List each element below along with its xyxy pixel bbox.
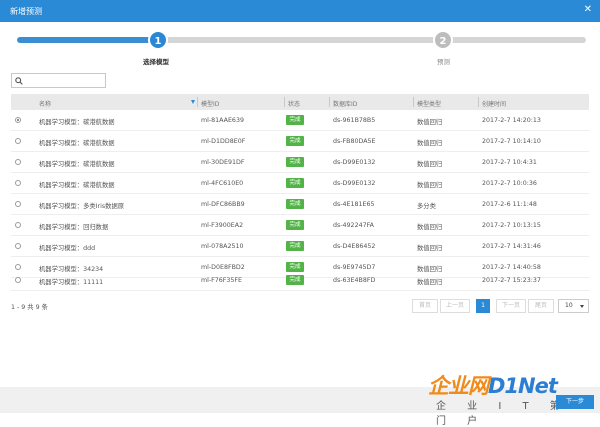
cell-name: 机器学习模型：碳港航数据 xyxy=(39,161,115,168)
cell-model-id: ml-4FC610E0 xyxy=(201,180,244,187)
cell-name: 机器学习模型：回归数据 xyxy=(39,224,109,231)
cell-created: 2017-2-7 10:4:31 xyxy=(482,159,537,166)
cell-db-id: ds-D99E0132 xyxy=(333,180,376,187)
status-badge: 完成 xyxy=(286,157,304,167)
table-row[interactable]: 机器学习模型：碳港航数据 ml-4FC610E0 完成 ds-D99E0132 … xyxy=(11,173,589,194)
cell-model-id: ml-30DE91DF xyxy=(201,159,245,166)
cell-model-type: 数值回归 xyxy=(417,224,443,231)
cell-created: 2017-2-7 14:31:46 xyxy=(482,243,541,250)
row-radio-selected[interactable] xyxy=(15,117,21,123)
status-badge: 完成 xyxy=(286,220,304,230)
dialog-title: 新增预测 xyxy=(10,7,42,16)
cell-created: 2017-2-6 11:1:48 xyxy=(482,201,537,208)
search-input[interactable] xyxy=(11,73,106,88)
row-radio[interactable] xyxy=(15,201,21,207)
cell-created: 2017-2-7 14:20:13 xyxy=(482,117,541,124)
cell-model-id: ml-F3900EA2 xyxy=(201,222,244,229)
cell-model-id: ml-D1DD8E0F xyxy=(201,138,246,145)
table-row[interactable]: 机器学习模型：回归数据 ml-F3900EA2 完成 ds-492247FA 数… xyxy=(11,215,589,236)
step-2-indicator: 2 xyxy=(433,30,453,50)
cell-model-type: 数值回归 xyxy=(417,182,443,189)
close-icon[interactable]: ✕ xyxy=(584,5,592,15)
row-radio[interactable] xyxy=(15,243,21,249)
last-page-button[interactable]: 尾页 xyxy=(528,299,554,313)
status-badge: 完成 xyxy=(286,241,304,251)
search-icon xyxy=(15,77,23,85)
cell-model-type: 数值回归 xyxy=(417,161,443,168)
row-radio[interactable] xyxy=(15,180,21,186)
page-size-value: 10 xyxy=(565,302,573,309)
cell-db-id: ds-492247FA xyxy=(333,222,374,229)
table-row[interactable]: 机器学习模型：碳港航数据 ml-30DE91DF 完成 ds-D99E0132 … xyxy=(11,152,589,173)
table-header: 名称 模型ID 状态 数据库ID 模型类型 创建时间 xyxy=(11,94,589,110)
step-1-label: 选择模型 xyxy=(143,58,169,66)
status-badge: 完成 xyxy=(286,178,304,188)
next-step-button[interactable]: 下一步 xyxy=(556,395,594,409)
cell-model-type: 数值回归 xyxy=(417,119,443,126)
page-1-button[interactable]: 1 xyxy=(476,299,490,313)
row-radio[interactable] xyxy=(15,138,21,144)
pagination-summary: 1 - 9 共 9 条 xyxy=(11,304,48,311)
column-divider xyxy=(197,97,198,107)
table-row[interactable]: 机器学习模型：碳港航数据 ml-D1DD8E0F 完成 ds-FB80DA5E … xyxy=(11,131,589,152)
cell-created: 2017-2-7 10:14:10 xyxy=(482,138,541,145)
cell-model-type: 数值回归 xyxy=(417,140,443,147)
cell-model-id: ml-F76F35FE xyxy=(201,277,243,284)
cell-created: 2017-2-7 15:23:37 xyxy=(482,277,541,284)
sort-desc-icon[interactable] xyxy=(191,100,195,104)
cell-model-type: 数值回归 xyxy=(417,245,443,252)
table-row[interactable]: 机器学习模型：碳港航数据 ml-81AAE639 完成 ds-961B78B5 … xyxy=(11,110,589,131)
cell-model-id: ml-078A2510 xyxy=(201,243,244,250)
column-header-status[interactable]: 状态 xyxy=(288,99,300,108)
column-divider xyxy=(329,97,330,107)
cell-db-id: ds-4E181E65 xyxy=(333,201,375,208)
cell-model-type: 多分类 xyxy=(417,203,436,210)
cell-name: 机器学习模型：11111 xyxy=(39,279,104,286)
status-badge: 完成 xyxy=(286,275,304,285)
cell-name: 机器学习模型：多类Iris数据原 xyxy=(39,203,125,210)
cell-model-id: ml-DFC86BB9 xyxy=(201,201,245,208)
cell-db-id: ds-961B78B5 xyxy=(333,117,376,124)
cell-created: 2017-2-7 10:13:15 xyxy=(482,222,541,229)
row-radio[interactable] xyxy=(15,159,21,165)
cell-db-id: ds-D99E0132 xyxy=(333,159,376,166)
cell-db-id: ds-FB80DA5E xyxy=(333,138,376,145)
next-page-button[interactable]: 下一页 xyxy=(496,299,526,313)
prev-page-button[interactable]: 上一页 xyxy=(440,299,470,313)
watermark-brand: 企业网D1Net xyxy=(428,374,558,398)
table-row[interactable]: 机器学习模型：ddd ml-078A2510 完成 ds-D4E86452 数值… xyxy=(11,236,589,257)
chevron-down-icon xyxy=(580,305,584,308)
column-header-model-type[interactable]: 模型类型 xyxy=(417,99,441,108)
column-header-created[interactable]: 创建时间 xyxy=(482,99,506,108)
column-header-model-id[interactable]: 模型ID xyxy=(201,99,219,108)
status-badge: 完成 xyxy=(286,115,304,125)
cell-model-id: ml-81AAE639 xyxy=(201,117,244,124)
column-divider xyxy=(284,97,285,107)
column-divider xyxy=(478,97,479,107)
row-radio[interactable] xyxy=(15,277,21,283)
step-1-indicator: 1 xyxy=(148,30,168,50)
row-radio[interactable] xyxy=(15,222,21,228)
cell-name: 机器学习模型：碳港航数据 xyxy=(39,182,115,189)
cell-created: 2017-2-7 10:0:36 xyxy=(482,180,537,187)
status-badge: 完成 xyxy=(286,199,304,209)
page-size-select[interactable]: 10 xyxy=(558,299,589,313)
step-2-label: 预测 xyxy=(437,58,450,66)
cell-model-type: 数值回归 xyxy=(417,279,443,286)
cell-db-id: ds-D4E86452 xyxy=(333,243,376,250)
table-row[interactable]: 机器学习模型：11111 ml-F76F35FE 完成 ds-63E4B8FD … xyxy=(11,270,589,291)
column-header-db-id[interactable]: 数据库ID xyxy=(333,99,357,108)
column-header-name[interactable]: 名称 xyxy=(39,99,51,108)
stepper-progress-done xyxy=(17,37,157,43)
column-divider xyxy=(413,97,414,107)
cell-name: 机器学习模型：碳港航数据 xyxy=(39,119,115,126)
status-badge: 完成 xyxy=(286,136,304,146)
cell-name: 机器学习模型：碳港航数据 xyxy=(39,140,115,147)
cell-name: 机器学习模型：ddd xyxy=(39,245,96,252)
first-page-button[interactable]: 首页 xyxy=(412,299,438,313)
table-row[interactable]: 机器学习模型：多类Iris数据原 ml-DFC86BB9 完成 ds-4E181… xyxy=(11,194,589,215)
stepper-progress-remaining xyxy=(158,37,586,43)
cell-db-id: ds-63E4B8FD xyxy=(333,277,376,284)
dialog-titlebar: 新增预测 ✕ xyxy=(0,0,600,22)
